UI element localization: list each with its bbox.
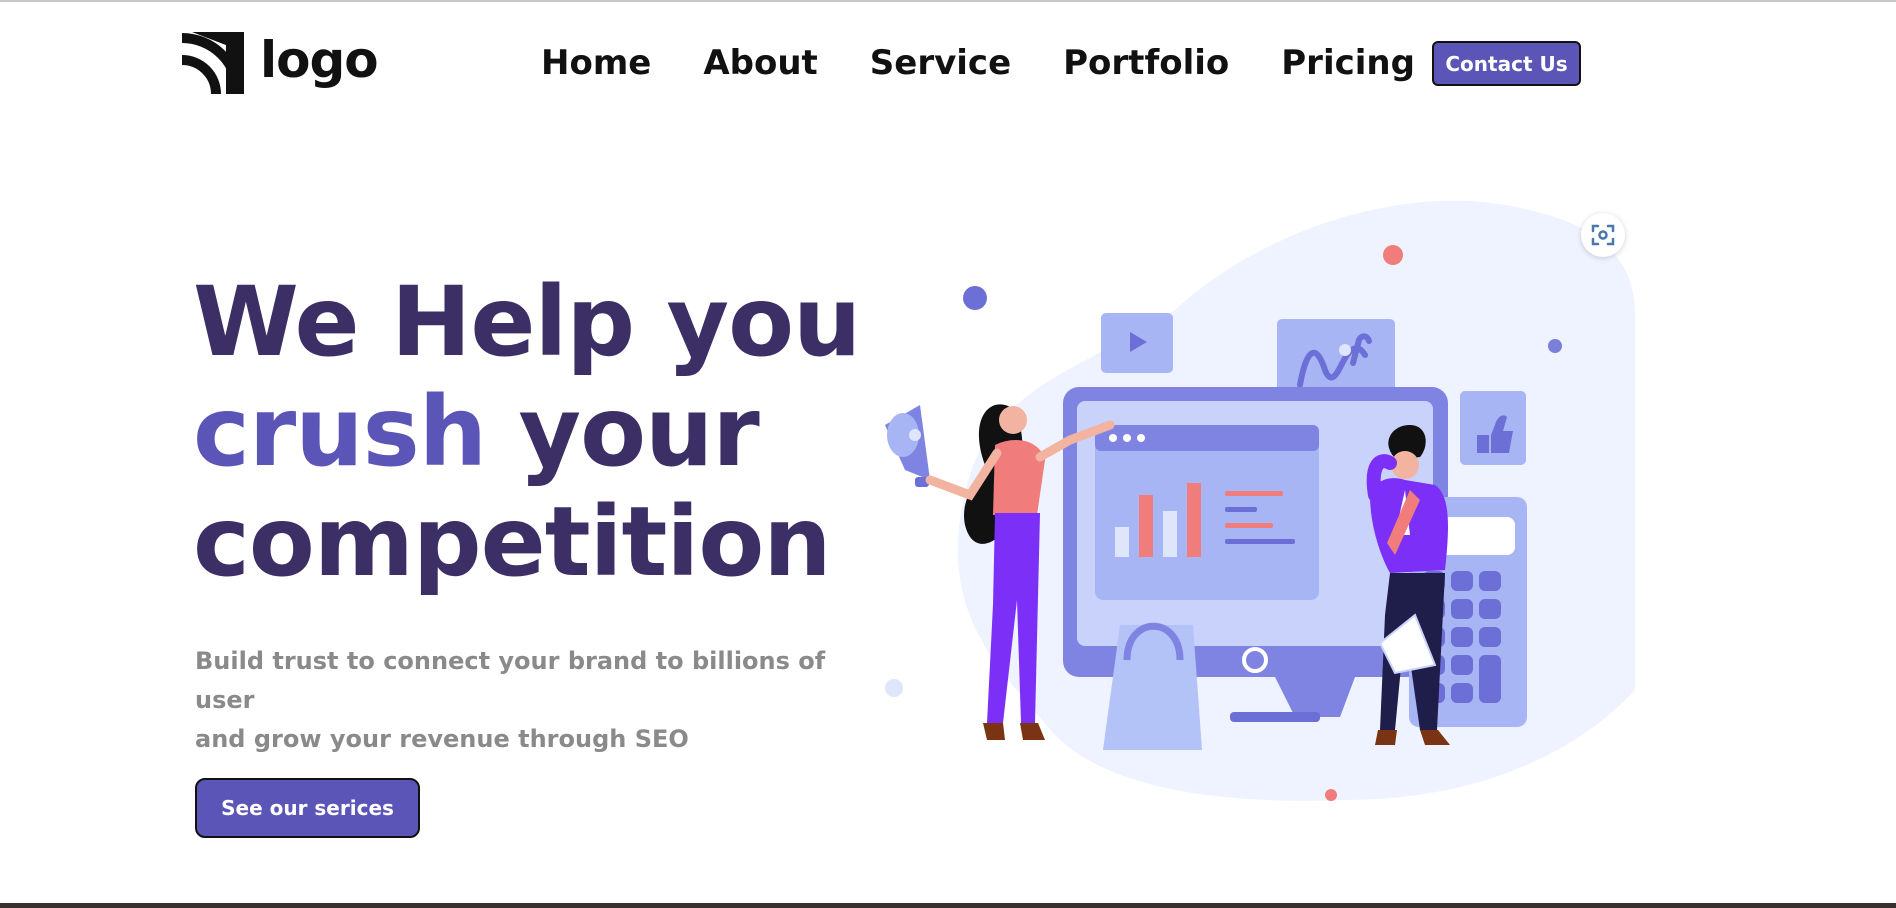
- window-bottom-border: [0, 903, 1896, 908]
- nav-portfolio[interactable]: Portfolio: [1063, 40, 1229, 86]
- scan-icon: [1591, 224, 1615, 246]
- see-services-button[interactable]: See our serices: [195, 778, 420, 838]
- nav-home[interactable]: Home: [541, 40, 651, 86]
- hero-title-line1: We Help you: [193, 266, 861, 378]
- hero-subtitle: Build trust to connect your brand to bil…: [195, 642, 835, 759]
- visual-search-button[interactable]: [1581, 213, 1625, 257]
- nav-about[interactable]: About: [703, 40, 817, 86]
- hero-title-line2-rest: your: [486, 376, 760, 488]
- hero-title: We Help you crush your competition: [193, 266, 861, 598]
- hero-subtitle-line1: Build trust to connect your brand to bil…: [195, 647, 826, 714]
- nav-pricing[interactable]: Pricing: [1281, 40, 1415, 86]
- hero-subtitle-line2: and grow your revenue through SEO: [195, 725, 689, 753]
- logo[interactable]: logo: [178, 30, 379, 96]
- logo-text: logo: [260, 31, 379, 89]
- hero-title-line3: competition: [193, 486, 832, 598]
- hero-illustration: [885, 200, 1635, 801]
- wifi-arcs-icon: [181, 32, 244, 95]
- hero-title-accent: crush: [193, 376, 487, 488]
- nav-service[interactable]: Service: [870, 40, 1011, 86]
- contact-us-button[interactable]: Contact Us: [1432, 41, 1581, 86]
- main-nav: Home About Service Portfolio Pricing: [541, 40, 1415, 86]
- site-header: logo Home About Service Portfolio Pricin…: [0, 0, 1896, 120]
